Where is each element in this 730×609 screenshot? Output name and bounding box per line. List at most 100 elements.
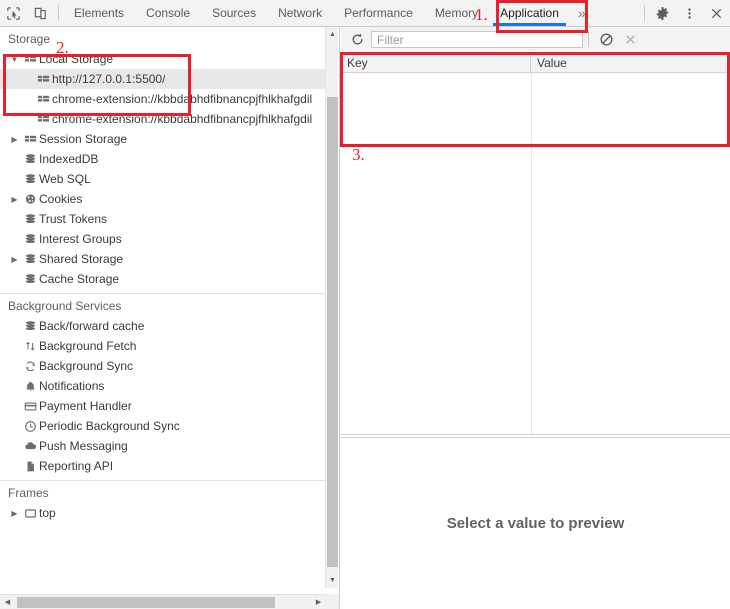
chevron-right-icon[interactable]: ▶ bbox=[8, 195, 21, 204]
gear-icon bbox=[655, 6, 670, 21]
sidebar-item-label: chrome-extension://kbbdabhdfibnancpjfhlk… bbox=[52, 112, 313, 126]
sidebar-item-local-storage[interactable]: ▼ Local Storage bbox=[0, 49, 326, 69]
toolbar-divider bbox=[58, 5, 59, 21]
document-icon bbox=[21, 460, 39, 473]
sidebar-horizontal-scrollbar[interactable]: ◀ ▶ bbox=[0, 594, 326, 609]
sidebar-item-label: Periodic Background Sync bbox=[39, 419, 180, 433]
inspect-element-button[interactable] bbox=[0, 0, 27, 26]
key-value-data-grid[interactable]: Key Value bbox=[341, 53, 730, 436]
devtools-toolbar: Elements Console Sources Network Perform… bbox=[0, 0, 730, 27]
value-preview-panel: Select a value to preview bbox=[341, 437, 730, 609]
updown-arrows-icon bbox=[21, 340, 39, 353]
cookie-icon bbox=[21, 193, 39, 206]
chevron-right-icon[interactable]: ▶ bbox=[8, 509, 21, 518]
tab-console[interactable]: Console bbox=[135, 0, 201, 26]
sidebar-item-shared-storage[interactable]: ▶ Shared Storage bbox=[0, 249, 326, 269]
sidebar-item-localhost-origin[interactable]: ▶ http://127.0.0.1:5500/ bbox=[0, 69, 326, 89]
toggle-device-toolbar-button[interactable] bbox=[27, 0, 54, 26]
tab-elements[interactable]: Elements bbox=[63, 0, 135, 26]
device-toolbar-icon bbox=[33, 6, 48, 21]
preview-empty-message: Select a value to preview bbox=[446, 515, 625, 532]
inspect-cursor-icon bbox=[6, 6, 21, 21]
chevron-down-icon[interactable]: ▼ bbox=[8, 55, 21, 64]
chevron-right-icon[interactable]: ▶ bbox=[8, 255, 21, 264]
scroll-up-arrow-icon[interactable]: ▲ bbox=[326, 27, 339, 42]
sidebar-item-trust-tokens[interactable]: ▶ Trust Tokens bbox=[0, 209, 326, 229]
sidebar-item-web-sql[interactable]: ▶ Web SQL bbox=[0, 169, 326, 189]
scrollbar-corner bbox=[325, 594, 339, 609]
section-header-frames: Frames bbox=[8, 486, 49, 500]
filter-input[interactable]: Filter bbox=[371, 31, 583, 48]
sidebar-item-frame-top[interactable]: ▶ top bbox=[0, 503, 326, 523]
sidebar-item-label: http://127.0.0.1:5500/ bbox=[52, 72, 166, 86]
clock-icon bbox=[21, 420, 39, 433]
scroll-right-arrow-icon[interactable]: ▶ bbox=[311, 595, 326, 609]
storage-table-icon bbox=[21, 53, 39, 66]
close-devtools-button[interactable] bbox=[703, 0, 730, 26]
section-header-storage: Storage bbox=[8, 32, 51, 46]
frame-window-icon bbox=[21, 507, 39, 520]
column-header-key[interactable]: Key bbox=[341, 53, 531, 72]
toolbar-right-actions bbox=[640, 0, 730, 26]
grid-bottom-border bbox=[341, 434, 730, 435]
sidebar-scroll-content: Storage ▼ Local Storage ▶ http://127.0.0… bbox=[0, 27, 326, 588]
more-tabs-button[interactable]: » bbox=[570, 0, 594, 26]
column-separator[interactable] bbox=[531, 73, 532, 435]
data-grid-body[interactable] bbox=[341, 73, 730, 435]
delete-x-icon bbox=[623, 32, 638, 47]
sidebar-item-label: Session Storage bbox=[39, 132, 128, 146]
tab-performance[interactable]: Performance bbox=[333, 0, 424, 26]
tab-sources[interactable]: Sources bbox=[201, 0, 267, 26]
clear-all-button[interactable] bbox=[594, 28, 618, 52]
tab-label: Sources bbox=[212, 6, 257, 20]
sidebar-item-label: Cookies bbox=[39, 192, 83, 206]
delete-selected-button[interactable] bbox=[618, 28, 642, 52]
sidebar-item-periodic-background-sync[interactable]: ▶ Periodic Background Sync bbox=[0, 416, 326, 436]
sidebar-item-background-sync[interactable]: ▶ Background Sync bbox=[0, 356, 326, 376]
sidebar-horizontal-scroll-thumb[interactable] bbox=[17, 597, 275, 608]
column-header-value[interactable]: Value bbox=[531, 53, 730, 72]
chevron-right-icon[interactable]: ▶ bbox=[8, 135, 21, 144]
settings-button[interactable] bbox=[649, 0, 676, 26]
application-panel: Storage ▼ Local Storage ▶ http://127.0.0… bbox=[0, 27, 730, 609]
scroll-left-arrow-icon[interactable]: ◀ bbox=[0, 595, 15, 609]
sidebar-item-indexeddb[interactable]: ▶ IndexedDB bbox=[0, 149, 326, 169]
sidebar-item-session-storage[interactable]: ▶ Session Storage bbox=[0, 129, 326, 149]
sidebar-item-push-messaging[interactable]: ▶ Push Messaging bbox=[0, 436, 326, 456]
storage-filter-toolbar: Filter bbox=[341, 27, 730, 53]
sidebar-item-chrome-extension-2[interactable]: ▶ chrome-extension://kbbdabhdfibnancpjfh… bbox=[0, 109, 326, 129]
credit-card-icon bbox=[21, 400, 39, 413]
tab-label: Console bbox=[146, 6, 191, 20]
sidebar-item-cache-storage[interactable]: ▶ Cache Storage bbox=[0, 269, 326, 289]
scroll-down-arrow-icon[interactable]: ▼ bbox=[326, 573, 339, 588]
filterbar-divider bbox=[588, 32, 589, 47]
sidebar-item-interest-groups[interactable]: ▶ Interest Groups bbox=[0, 229, 326, 249]
sidebar-item-background-fetch[interactable]: ▶ Background Fetch bbox=[0, 336, 326, 356]
tab-network[interactable]: Network bbox=[267, 0, 333, 26]
sidebar-item-label: Trust Tokens bbox=[39, 212, 108, 226]
sidebar-item-notifications[interactable]: ▶ Notifications bbox=[0, 376, 326, 396]
sidebar-vertical-scrollbar[interactable]: ▲ ▼ bbox=[325, 27, 338, 588]
database-icon bbox=[21, 253, 39, 266]
sidebar-item-label: Interest Groups bbox=[39, 232, 122, 246]
storage-table-icon bbox=[34, 93, 52, 106]
sidebar-item-reporting-api[interactable]: ▶ Reporting API bbox=[0, 456, 326, 476]
sidebar-item-payment-handler[interactable]: ▶ Payment Handler bbox=[0, 396, 326, 416]
sidebar-item-back-forward-cache[interactable]: ▶ Back/forward cache bbox=[0, 316, 326, 336]
sidebar-item-chrome-extension-1[interactable]: ▶ chrome-extension://kbbdabhdfibnancpjfh… bbox=[0, 89, 326, 109]
sidebar-item-label: Local Storage bbox=[39, 52, 114, 66]
sidebar-vertical-scroll-thumb[interactable] bbox=[327, 97, 338, 567]
sidebar-item-label: Background Fetch bbox=[39, 339, 137, 353]
database-icon bbox=[21, 213, 39, 226]
tab-label: Network bbox=[278, 6, 323, 20]
sidebar-item-label: Web SQL bbox=[39, 172, 91, 186]
sidebar-item-label: IndexedDB bbox=[39, 152, 99, 166]
panel-tab-strip: Elements Console Sources Network Perform… bbox=[63, 0, 640, 26]
refresh-button[interactable] bbox=[345, 28, 369, 52]
sidebar-item-label: Back/forward cache bbox=[39, 319, 145, 333]
sidebar-item-cookies[interactable]: ▶ Cookies bbox=[0, 189, 326, 209]
customize-menu-button[interactable] bbox=[676, 0, 703, 26]
tab-memory[interactable]: Memory bbox=[424, 0, 489, 26]
tab-application[interactable]: Application bbox=[489, 0, 570, 26]
toolbar-divider-right bbox=[644, 5, 645, 21]
